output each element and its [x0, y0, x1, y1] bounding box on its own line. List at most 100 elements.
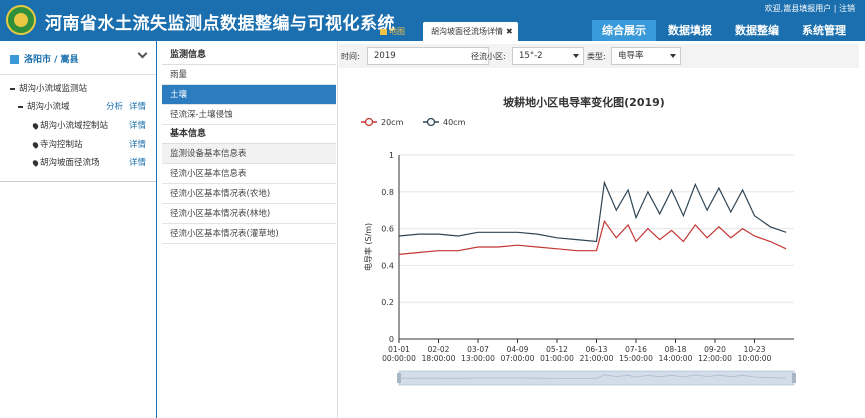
analysis-link[interactable]: 分析 — [106, 100, 123, 112]
header-bar: 河南省水土流失监测点数据整编与可视化系统 地图 胡沟坡面径流场详情 ✖ 欢迎,嵩县… — [0, 0, 865, 41]
user-welcome: 欢迎,嵩县填报用户 — [764, 4, 832, 13]
menu-item-plot-grass[interactable]: 径流小区基本情况表(灌草地) — [162, 224, 336, 244]
legend-swatch-marker — [364, 117, 374, 127]
zoom-slider-window — [399, 371, 794, 385]
caret-down-icon — [573, 54, 579, 58]
y-axis-label: 电导率 (S/m) — [363, 223, 373, 271]
y-tick-label: 1 — [389, 151, 394, 160]
tree-item-sigou-station[interactable]: 寺沟控制站 — [31, 138, 83, 150]
x-tick-time: 15:00:00 — [619, 354, 653, 363]
user-bar: 欢迎,嵩县填报用户 | 注销 — [764, 4, 855, 13]
x-tick-time: 07:00:00 — [501, 354, 535, 363]
x-tick-time: 14:00:00 — [659, 354, 693, 363]
menu-item-runoff-erosion[interactable]: 径流深-土壤侵蚀 — [162, 105, 336, 125]
legend-swatch-marker — [426, 117, 436, 127]
tab-map[interactable]: 地图 — [380, 22, 418, 41]
x-tick-date: 08-18 — [665, 345, 687, 354]
tree-item-runoff-plot[interactable]: 胡沟坡面径流场 — [31, 156, 100, 168]
x-tick-date: 07-16 — [625, 345, 647, 354]
detail-link[interactable]: 详情 — [129, 156, 146, 168]
x-tick-date: 01-01 — [388, 345, 410, 354]
water-drop-icon — [31, 140, 40, 149]
x-tick-date: 03-07 — [467, 345, 489, 354]
x-tick-time: 13:00:00 — [461, 354, 495, 363]
year-value: 2019 — [374, 51, 396, 61]
divider — [337, 41, 338, 418]
type-select[interactable]: 电导率 — [611, 47, 681, 65]
tree-item-station[interactable]: 胡沟小流域监测站 — [10, 82, 87, 94]
x-tick-time: 21:00:00 — [580, 354, 614, 363]
data-menu: 监测信息 雨量 土壤 径流深-土壤侵蚀 基本信息 监测设备基本信息表 径流小区基… — [162, 46, 336, 244]
plot-label: 径流小区: — [471, 52, 506, 61]
menu-item-plot-forest[interactable]: 径流小区基本情况表(林地) — [162, 204, 336, 224]
nav-overview[interactable]: 综合展示 — [592, 20, 656, 41]
menu-section-basic: 基本信息 — [162, 125, 336, 144]
tab-runoff-detail[interactable]: 胡沟坡面径流场详情 ✖ — [423, 22, 518, 41]
series-line-20cm — [398, 219, 787, 255]
x-tick-time: 18:00:00 — [422, 354, 456, 363]
region-label: 洛阳市 / 嵩县 — [24, 55, 79, 65]
zoom-slider-handle-right[interactable] — [792, 373, 796, 383]
nav-data-compile[interactable]: 数据整编 — [728, 20, 786, 41]
x-tick-date: 04-09 — [507, 345, 529, 354]
close-icon[interactable]: ✖ — [506, 27, 513, 36]
chart-svg: 坡耕地小区电导率变化图(2019) 20cm 40cm 0 0.2 0.4 0.6 0.8 1 电… — [361, 95, 796, 386]
legend-label: 20cm — [381, 118, 404, 127]
tree-item-watershed[interactable]: 胡沟小流域 — [18, 100, 70, 112]
divider — [0, 181, 156, 182]
collapse-icon[interactable] — [10, 87, 15, 90]
logout-link[interactable]: 注销 — [839, 4, 855, 13]
y-tick-label: 0.2 — [381, 298, 394, 307]
left-tree-panel: 洛阳市 / 嵩县 胡沟小流域监测站 胡沟小流域 分析 详情 胡沟小流域控制站 详… — [0, 41, 157, 418]
plot-select[interactable]: 15°-2 — [512, 47, 584, 65]
tab-map-label: 地图 — [389, 27, 405, 36]
menu-item-rainfall[interactable]: 雨量 — [162, 65, 336, 85]
x-tick-time: 00:00:00 — [382, 354, 416, 363]
y-tick-label: 0.4 — [381, 261, 394, 270]
detail-link[interactable]: 详情 — [129, 119, 146, 131]
legend-label: 40cm — [443, 118, 466, 127]
nav-data-entry[interactable]: 数据填报 — [662, 20, 718, 41]
y-tick-label: 0.8 — [381, 188, 394, 197]
nav-system-admin[interactable]: 系统管理 — [793, 20, 855, 41]
map-icon — [10, 55, 19, 64]
tree-item-label: 胡沟小流域 — [27, 102, 70, 112]
detail-link[interactable]: 详情 — [129, 138, 146, 150]
zoom-slider-handle-left[interactable] — [397, 373, 401, 383]
water-drop-icon — [31, 158, 40, 167]
menu-section-monitoring: 监测信息 — [162, 46, 336, 65]
tree-item-control-station[interactable]: 胡沟小流域控制站 — [31, 119, 109, 131]
app-logo-icon — [6, 5, 36, 35]
conductivity-chart: 坡耕地小区电导率变化图(2019) 20cm 40cm 0 0.2 0.4 0.6 0.8 1 电… — [339, 86, 859, 418]
x-tick-time: 01:00:00 — [540, 354, 574, 363]
x-tick-time: 10:00:00 — [738, 354, 772, 363]
x-tick-date: 06-13 — [586, 345, 608, 354]
menu-item-plot-basic[interactable]: 径流小区基本信息表 — [162, 164, 336, 184]
chevron-down-icon[interactable] — [137, 48, 148, 59]
tab-runoff-detail-label: 胡沟坡面径流场详情 — [431, 27, 503, 36]
x-tick-date: 02-02 — [428, 345, 450, 354]
x-tick-date: 10-23 — [744, 345, 766, 354]
water-drop-icon — [31, 121, 40, 130]
type-label: 类型: — [587, 52, 606, 61]
tree-item-label: 寺沟控制站 — [40, 140, 83, 150]
y-tick-label: 0.6 — [381, 225, 394, 234]
menu-item-plot-farmland[interactable]: 径流小区基本情况表(农地) — [162, 184, 336, 204]
tree-item-label: 胡沟坡面径流场 — [40, 158, 100, 168]
folder-icon — [380, 28, 387, 35]
chart-title: 坡耕地小区电导率变化图(2019) — [503, 95, 665, 109]
y-tick-label: 0 — [389, 335, 394, 344]
menu-item-soil[interactable]: 土壤 — [162, 85, 336, 105]
x-tick-time: 12:00:00 — [698, 354, 732, 363]
filter-bar: 时间: 2019 径流小区: 15°-2 类型: 电导率 — [339, 44, 859, 68]
type-value: 电导率 — [618, 51, 644, 61]
menu-item-equipment[interactable]: 监测设备基本信息表 — [162, 144, 336, 164]
tree-item-label: 胡沟小流域监测站 — [19, 84, 88, 94]
plot-value: 15°-2 — [519, 51, 543, 61]
region-selector[interactable]: 洛阳市 / 嵩县 — [0, 41, 156, 75]
detail-link[interactable]: 详情 — [129, 100, 146, 112]
collapse-icon[interactable] — [18, 105, 23, 108]
x-tick-date: 05-12 — [546, 345, 568, 354]
x-tick-date: 09-20 — [704, 345, 726, 354]
tree-item-label: 胡沟小流域控制站 — [40, 121, 109, 131]
